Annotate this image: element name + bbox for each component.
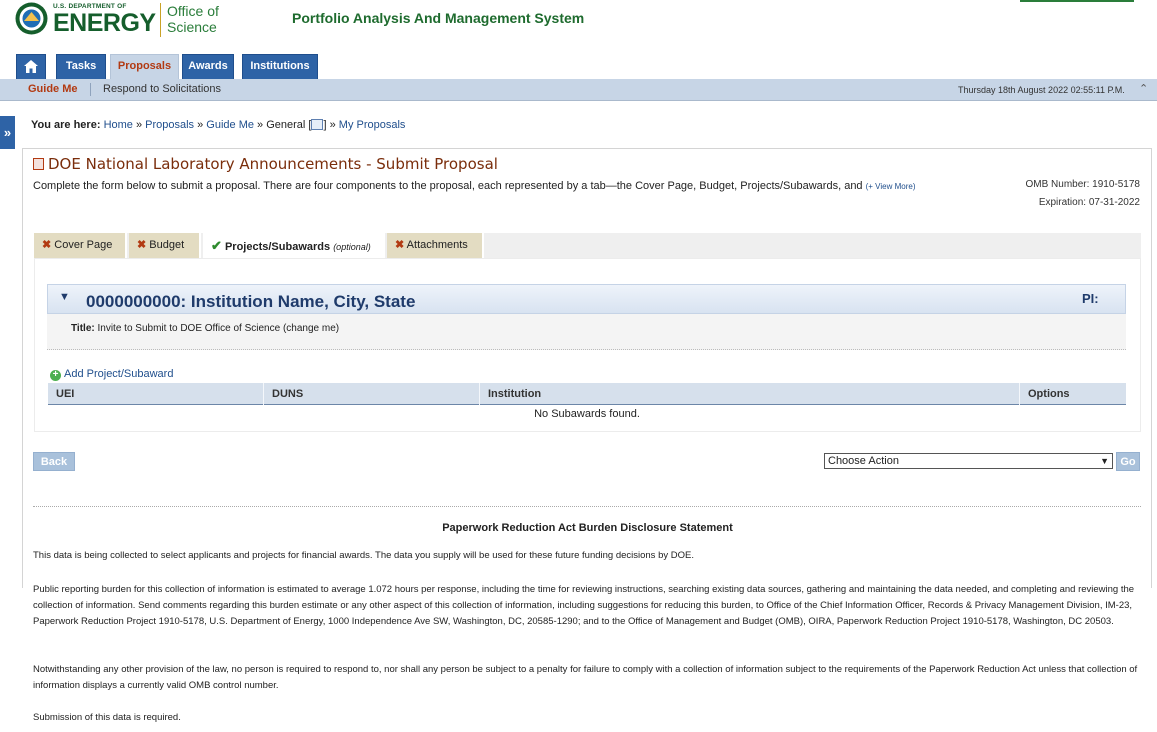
disclosure-paragraph-4: Submission of this data is required.: [33, 712, 181, 723]
doe-seal-icon: [15, 2, 48, 35]
back-button[interactable]: Back: [33, 452, 75, 471]
subnav-guide-me[interactable]: Guide Me: [28, 83, 78, 95]
disclosure-title: Paperwork Reduction Act Burden Disclosur…: [442, 522, 733, 534]
breadcrumb-prefix: You are here:: [31, 119, 101, 131]
institution-header[interactable]: ▼ 0000000000: Institution Name, City, St…: [47, 284, 1126, 314]
x-icon: ✖: [42, 239, 52, 251]
disclosure-paragraph-2: Public reporting burden for this collect…: [33, 584, 1135, 627]
breadcrumb-general: General [: [266, 119, 312, 131]
app-title: Portfolio Analysis And Management System: [292, 10, 585, 26]
disclosure-paragraph-1: This data is being collected to select a…: [33, 550, 694, 561]
site-header: U.S. DEPARTMENT OF ENERGY Office of Scie…: [0, 0, 1157, 52]
x-icon: ✖: [395, 239, 405, 251]
chevron-down-icon: ▼: [1100, 456, 1109, 466]
collapse-triangle-icon[interactable]: ▼: [59, 291, 70, 303]
breadcrumb-general-close: ]: [323, 119, 327, 131]
logo-divider: [160, 3, 161, 37]
tab-budget-label: Budget: [149, 239, 185, 251]
disclosure-paragraph-3: Notwithstanding any other provision of t…: [33, 664, 1138, 691]
form-tab-bar: ✖ Cover Page ✖ Budget ✔ Projects/Subawar…: [34, 233, 1141, 258]
breadcrumb-guide-me[interactable]: Guide Me: [206, 119, 254, 131]
page-description-text: Complete the form below to submit a prop…: [33, 180, 863, 192]
tab-tasks[interactable]: Tasks: [56, 54, 106, 79]
page-title-text: DOE National Laboratory Announcements - …: [48, 155, 498, 173]
tab-proposals[interactable]: Proposals: [110, 54, 179, 79]
double-chevron-right-icon[interactable]: »: [0, 116, 15, 149]
column-duns[interactable]: DUNS: [264, 383, 480, 405]
office-of-science-logo: Office of Science: [167, 3, 219, 35]
main-tab-bar: Tasks Proposals Awards Institutions: [0, 54, 1157, 79]
proposal-title-row: Title: Invite to Submit to DOE Office of…: [71, 323, 339, 334]
column-options: Options: [1028, 388, 1070, 400]
breadcrumb-home[interactable]: Home: [104, 119, 133, 131]
tab-optional-label: (optional): [333, 242, 371, 252]
tab-cover-page-label: Cover Page: [54, 239, 113, 251]
page-description: Complete the form below to submit a prop…: [33, 180, 916, 192]
tab-cover-page[interactable]: ✖ Cover Page: [34, 233, 127, 258]
omb-number: OMB Number: 1910-5178: [1025, 179, 1140, 190]
add-project-subaward-link[interactable]: + Add Project/Subaward: [50, 368, 173, 381]
view-more-link[interactable]: (+ View More): [866, 182, 916, 191]
institution-name: 0000000000: Institution Name, City, Stat…: [86, 292, 416, 311]
tab-awards[interactable]: Awards: [182, 54, 234, 79]
tab-attachments-label: Attachments: [406, 239, 468, 251]
add-icon: +: [50, 370, 61, 381]
pi-label: PI:: [1082, 291, 1099, 306]
breadcrumb: You are here: Home » Proposals » Guide M…: [31, 119, 406, 131]
choose-action-value: Choose Action: [828, 455, 899, 467]
footer-divider: [33, 506, 1141, 507]
document-edit-icon: [33, 158, 44, 170]
tab-projects-label: Projects/Subawards: [224, 241, 331, 253]
top-right-bar: [1020, 0, 1134, 2]
breadcrumb-proposals[interactable]: Proposals: [145, 119, 194, 131]
subnav-divider: [90, 83, 91, 96]
tab-attachments[interactable]: ✖ Attachments: [387, 233, 484, 258]
omb-info: OMB Number: 1910-5178 Expiration: 07-31-…: [1025, 176, 1140, 212]
add-project-subaward-label: Add Project/Subaward: [64, 368, 174, 380]
breadcrumb-my-proposals[interactable]: My Proposals: [339, 119, 406, 131]
home-icon: [24, 60, 38, 73]
current-datetime: Thursday 18th August 2022 02:55:11 P.M.: [958, 85, 1125, 95]
tab-institutions[interactable]: Institutions: [242, 54, 318, 79]
doe-big-text: ENERGY: [53, 9, 156, 37]
institution-details: Title: Invite to Submit to DOE Office of…: [47, 314, 1126, 350]
page-title: DOE National Laboratory Announcements - …: [33, 155, 498, 173]
go-button[interactable]: Go: [1116, 452, 1140, 471]
choose-action-select[interactable]: Choose Action ▼: [824, 453, 1113, 469]
omb-expiration: Expiration: 07-31-2022: [1038, 197, 1140, 208]
sub-nav: Guide Me Respond to Solicitations Thursd…: [0, 79, 1157, 101]
calendar-icon[interactable]: [311, 119, 324, 130]
empty-table-message: No Subawards found.: [534, 408, 640, 420]
subawards-table-header: UEI DUNS Institution Options: [48, 383, 1126, 405]
title-label: Title:: [71, 323, 95, 334]
office-line-1: Office of: [167, 3, 219, 19]
doe-wordmark: U.S. DEPARTMENT OF ENERGY: [53, 3, 156, 36]
title-value: Invite to Submit to DOE Office of Scienc…: [97, 323, 340, 334]
column-uei[interactable]: UEI: [48, 383, 264, 405]
home-tab[interactable]: [16, 54, 46, 79]
tab-projects-subawards[interactable]: ✔ Projects/Subawards (optional): [203, 233, 385, 258]
column-institution[interactable]: Institution: [480, 383, 1020, 405]
x-icon: ✖: [137, 239, 147, 251]
tab-budget[interactable]: ✖ Budget: [129, 233, 201, 258]
subnav-respond-to-solicitations[interactable]: Respond to Solicitations: [103, 83, 221, 95]
double-chevron-up-icon[interactable]: ⌃: [1139, 82, 1148, 95]
office-line-2: Science: [167, 19, 217, 35]
check-icon: ✔: [211, 238, 222, 253]
